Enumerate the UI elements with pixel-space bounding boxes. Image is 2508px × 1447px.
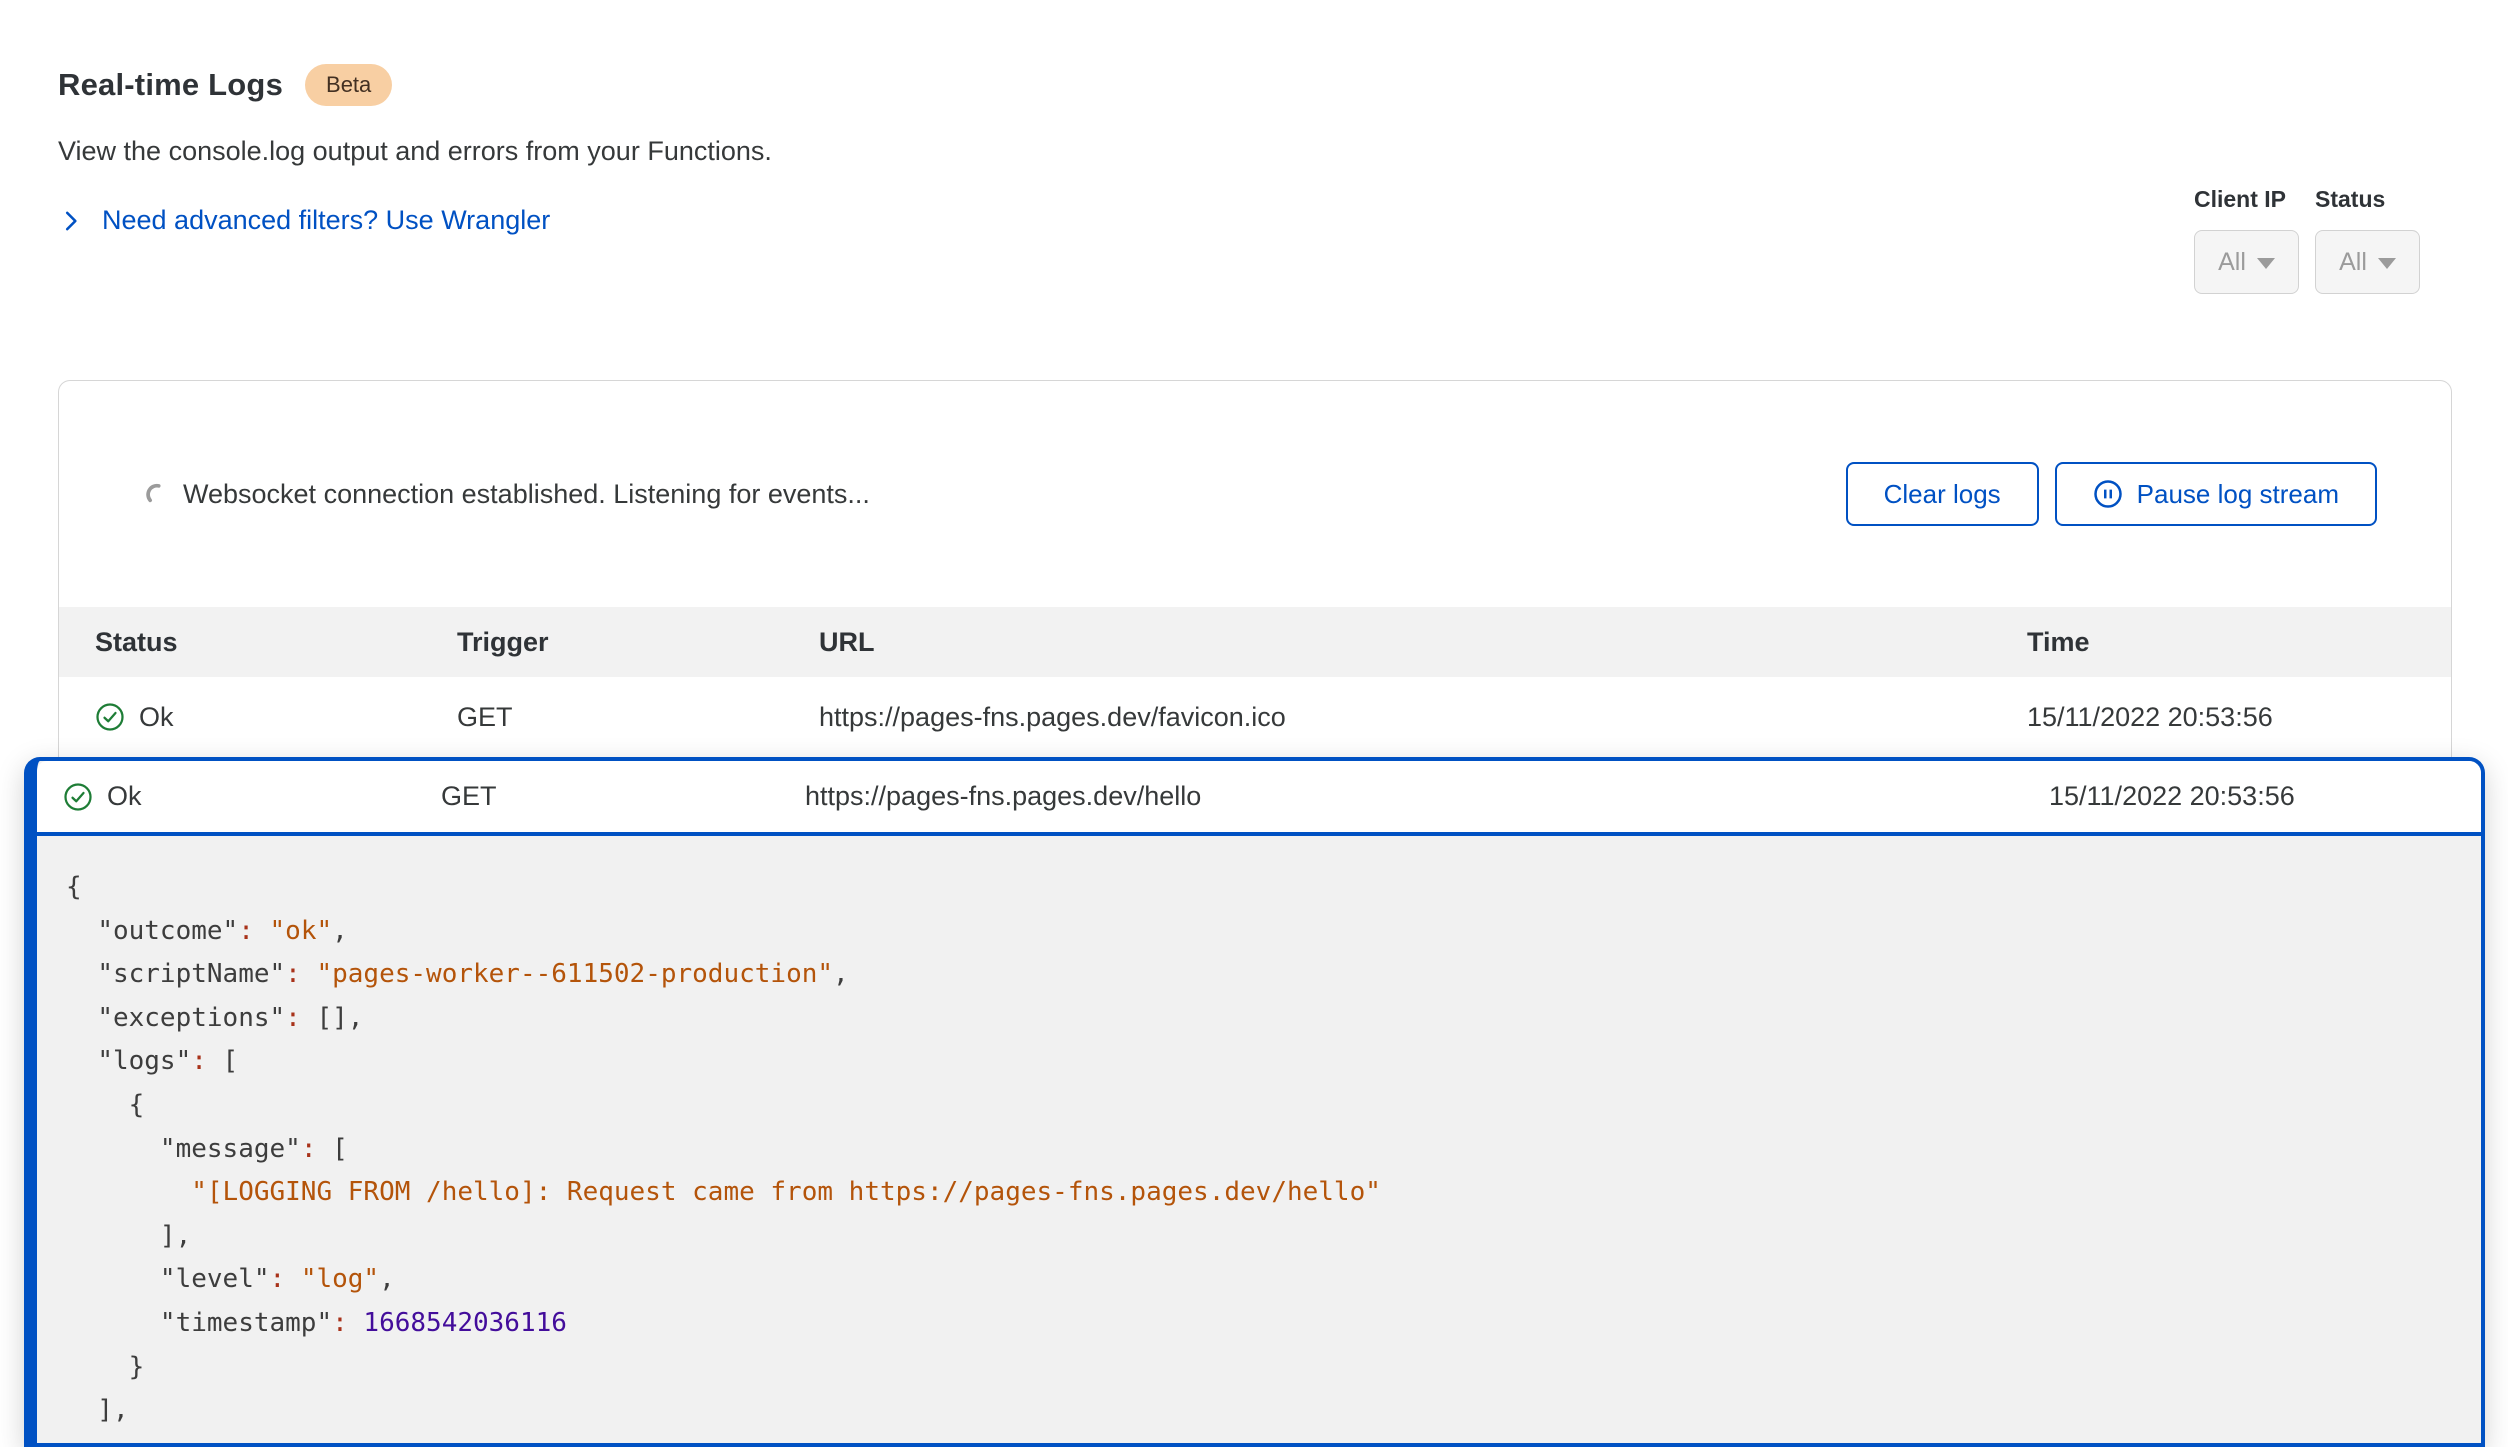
url-cell: https://pages-fns.pages.dev/hello xyxy=(805,781,2049,812)
time-cell: 15/11/2022 20:53:56 xyxy=(2049,781,2481,812)
column-header-time: Time xyxy=(2027,627,2451,658)
json-line: { xyxy=(66,1084,2481,1128)
page-description: View the console.log output and errors f… xyxy=(58,136,2508,167)
clear-logs-button[interactable]: Clear logs xyxy=(1846,462,2039,526)
json-line: ], xyxy=(66,1215,2481,1259)
check-circle-icon xyxy=(95,702,125,732)
json-line: "[LOGGING FROM /hello]: Request came fro… xyxy=(66,1171,2481,1215)
page-header: Real-time Logs Beta View the console.log… xyxy=(0,0,2508,236)
log-filters: Client IP All Status All xyxy=(2194,186,2420,294)
status-label: Status xyxy=(2315,186,2420,213)
status-cell: Ok xyxy=(63,781,441,812)
page-title: Real-time Logs xyxy=(58,67,283,103)
spinner-icon xyxy=(143,481,169,507)
beta-badge: Beta xyxy=(305,64,392,106)
status-text: Ok xyxy=(107,781,142,812)
status-text: Ok xyxy=(139,702,174,733)
column-header-trigger: Trigger xyxy=(457,627,819,658)
column-header-status: Status xyxy=(95,627,457,658)
url-cell: https://pages-fns.pages.dev/favicon.ico xyxy=(819,702,2027,733)
column-header-url: URL xyxy=(819,627,2027,658)
json-line: { xyxy=(66,866,2481,910)
wrangler-link-text[interactable]: Need advanced filters? Use Wrangler xyxy=(102,205,550,236)
json-line: "exceptions": [], xyxy=(66,997,2481,1041)
pause-log-stream-button[interactable]: Pause log stream xyxy=(2055,462,2377,526)
client-ip-value: All xyxy=(2218,248,2246,277)
stream-status-bar: Websocket connection established. Listen… xyxy=(59,381,2451,607)
chevron-down-icon xyxy=(2257,258,2275,269)
client-ip-select[interactable]: All xyxy=(2194,230,2299,294)
log-table-row[interactable]: Ok GET https://pages-fns.pages.dev/favic… xyxy=(59,677,2451,757)
json-line: } xyxy=(66,1346,2481,1390)
time-cell: 15/11/2022 20:53:56 xyxy=(2027,702,2451,733)
title-row: Real-time Logs Beta xyxy=(58,64,2508,106)
chevron-down-icon xyxy=(2378,258,2396,269)
trigger-cell: GET xyxy=(441,781,805,812)
status-value: All xyxy=(2339,248,2367,277)
trigger-cell: GET xyxy=(457,702,819,733)
check-circle-icon xyxy=(63,782,93,812)
json-line: "timestamp": 1668542036116 xyxy=(66,1302,2481,1346)
log-table-header: Status Trigger URL Time xyxy=(59,607,2451,677)
client-ip-label: Client IP xyxy=(2194,186,2299,213)
status-select[interactable]: All xyxy=(2315,230,2420,294)
chevron-right-icon xyxy=(58,208,84,234)
client-ip-filter-group: Client IP All xyxy=(2194,186,2299,294)
json-log-body: { "outcome": "ok", "scriptName": "pages-… xyxy=(37,836,2481,1433)
status-filter-group: Status All xyxy=(2315,186,2420,294)
pause-button-label: Pause log stream xyxy=(2137,479,2339,510)
wrangler-link[interactable]: Need advanced filters? Use Wrangler xyxy=(58,205,550,236)
json-line: "outcome": "ok", xyxy=(66,910,2481,954)
status-cell: Ok xyxy=(95,702,457,733)
pause-circle-icon xyxy=(2093,479,2123,509)
json-line: "logs": [ xyxy=(66,1040,2481,1084)
stream-status-message: Websocket connection established. Listen… xyxy=(183,479,870,510)
json-line: ], xyxy=(66,1389,2481,1433)
stream-actions: Clear logs Pause log stream xyxy=(1846,462,2377,526)
log-table-row-selected[interactable]: Ok GET https://pages-fns.pages.dev/hello… xyxy=(37,761,2481,836)
json-line: "level": "log", xyxy=(66,1258,2481,1302)
json-line: "scriptName": "pages-worker--611502-prod… xyxy=(66,953,2481,997)
json-line: "message": [ xyxy=(66,1128,2481,1172)
expanded-log-entry: Ok GET https://pages-fns.pages.dev/hello… xyxy=(24,757,2485,1447)
